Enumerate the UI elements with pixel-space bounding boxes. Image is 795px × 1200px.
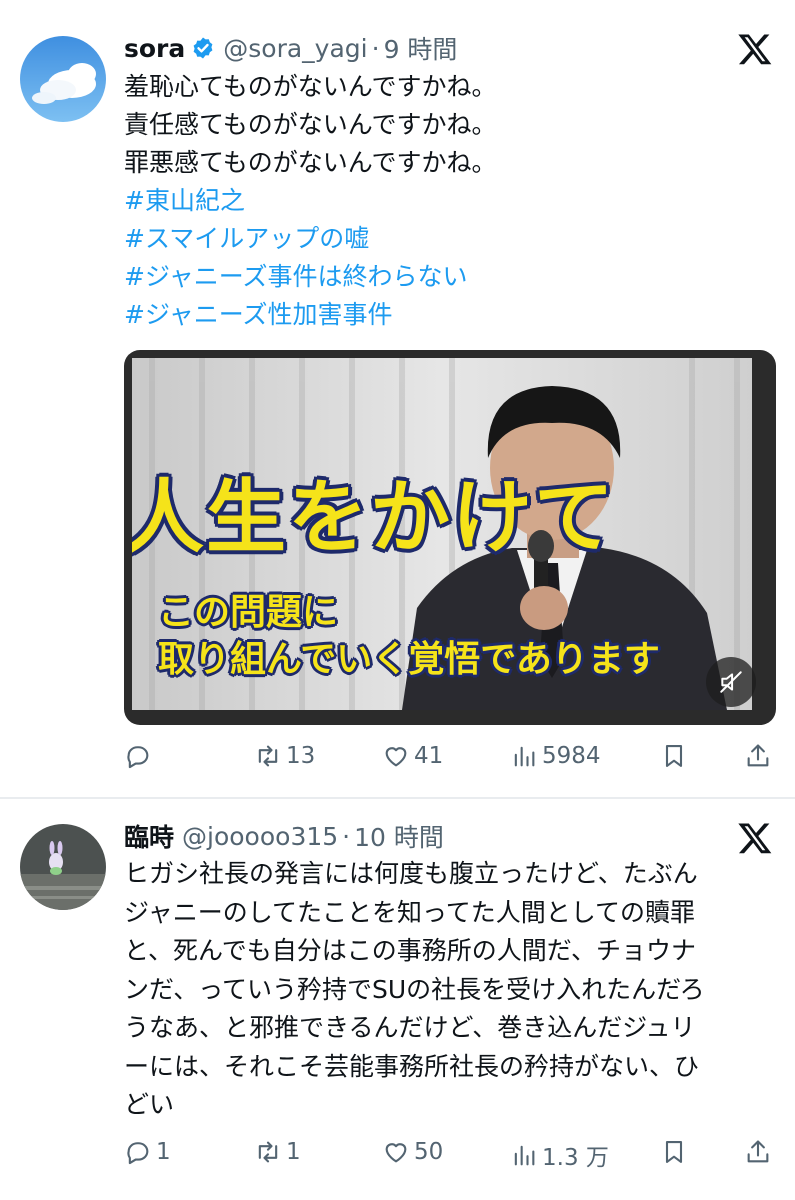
x-logo-icon[interactable] xyxy=(737,820,773,856)
views-button[interactable]: 5984 xyxy=(510,742,601,770)
text-line: ヒガシ社長の発言には何度も腹立ったけど、たぶん xyxy=(124,859,698,888)
text-line: と、死んでも自分はこの事務所の人間だ、チョウナ xyxy=(124,936,697,965)
bookmark-button[interactable] xyxy=(660,1138,688,1166)
video-caption-main: 人生をかけて xyxy=(132,471,616,564)
retweet-icon xyxy=(258,1141,278,1163)
like-icon xyxy=(385,1143,407,1163)
video-player[interactable]: 人生をかけて この問題に 取り組んでいく覚悟であります xyxy=(124,350,776,725)
timestamp[interactable]: 10 時間 xyxy=(354,818,444,854)
separator-dot: · xyxy=(371,33,380,63)
hashtag-link[interactable]: #ジャニーズ事件は終わらない xyxy=(124,258,784,296)
like-icon xyxy=(385,747,407,767)
text-line: 責任感てものがないんですかね。 xyxy=(124,110,497,139)
reply-button[interactable]: 1 xyxy=(124,1138,171,1166)
tweet-text: 羞恥心てものがないんですかね。 責任感てものがないんですかね。 罪悪感てものがな… xyxy=(124,68,784,334)
reply-icon xyxy=(127,1142,149,1165)
text-line: ンだ、っていう矜持でSUの社長を受け入れたんだろ xyxy=(124,974,705,1004)
hashtag-link[interactable]: #東山紀之 xyxy=(124,182,784,220)
display-name[interactable]: 臨時 xyxy=(124,818,174,854)
video-caption-line: 取り組んでいく覚悟であります xyxy=(158,639,660,680)
display-name[interactable]: sora xyxy=(124,34,185,63)
views-count: 1.3 万 xyxy=(542,1145,609,1171)
reply-button[interactable] xyxy=(124,742,156,770)
like-button[interactable]: 41 xyxy=(382,742,443,770)
retweet-icon xyxy=(258,745,278,767)
views-count: 5984 xyxy=(542,743,601,769)
retweet-button[interactable]: 1 xyxy=(254,1138,301,1166)
views-icon xyxy=(514,746,535,767)
action-bar: 1 1 50 1.3 万 xyxy=(124,1138,776,1178)
text-line: 罪悪感てものがないんですかね。 xyxy=(124,148,497,177)
text-line: ジャニーのしてたことを知ってた人間としての贖罪 xyxy=(124,897,696,927)
text-line: ーには、それこそ芸能事務所社長の矜持がない、ひ xyxy=(124,1051,700,1081)
bookmark-icon xyxy=(665,1141,683,1163)
speaker-muted-icon xyxy=(720,671,742,693)
tweet-header: 臨時 @jooooo315 · 10 時間 xyxy=(124,818,444,854)
views-button[interactable]: 1.3 万 xyxy=(510,1138,609,1172)
tweet-card[interactable]: sora @sora_yagi · 9 時間 羞恥心てものがないんですかね。 責… xyxy=(0,0,795,800)
like-count: 50 xyxy=(414,1139,444,1165)
user-handle[interactable]: @jooooo315 xyxy=(182,822,338,851)
like-count: 41 xyxy=(414,743,444,769)
text-line: うなあ、と邪推できるんだけど、巻き込んだジュリ xyxy=(124,1013,696,1042)
timestamp[interactable]: 9 時間 xyxy=(384,30,458,66)
share-icon xyxy=(747,1140,769,1163)
retweet-button[interactable]: 13 xyxy=(254,742,315,770)
retweet-count: 1 xyxy=(286,1139,301,1165)
separator-dot: · xyxy=(342,821,351,851)
video-frame[interactable]: 人生をかけて この問題に 取り組んでいく覚悟であります xyxy=(132,358,752,710)
text-line: 羞恥心てものがないんですかね。 xyxy=(124,72,497,101)
avatar[interactable] xyxy=(20,824,106,910)
tweet-divider xyxy=(0,797,795,799)
x-logo-icon[interactable] xyxy=(737,31,773,67)
hashtag-link[interactable]: #スマイルアップの嘘 xyxy=(124,220,784,258)
text-line: どい xyxy=(124,1090,175,1119)
verified-badge-icon xyxy=(193,37,213,59)
avatar[interactable] xyxy=(20,36,106,122)
tweet-header: sora @sora_yagi · 9 時間 xyxy=(124,30,457,66)
share-button[interactable] xyxy=(744,742,772,770)
bookmark-icon xyxy=(665,745,683,767)
mute-button[interactable] xyxy=(706,657,756,707)
user-handle[interactable]: @sora_yagi xyxy=(223,34,367,63)
action-bar: 13 41 5984 xyxy=(124,742,776,782)
hashtag-link[interactable]: #ジャニーズ性加害事件 xyxy=(124,296,784,334)
share-icon xyxy=(747,744,769,767)
bookmark-button[interactable] xyxy=(660,742,688,770)
share-button[interactable] xyxy=(744,1138,772,1166)
like-button[interactable]: 50 xyxy=(382,1138,443,1166)
views-icon xyxy=(514,1145,535,1166)
reply-count: 1 xyxy=(156,1139,171,1165)
video-caption-line: この問題に xyxy=(158,592,339,633)
retweet-count: 13 xyxy=(286,743,316,769)
tweet-text: ヒガシ社長の発言には何度も腹立ったけど、たぶん ジャニーのしてたことを知ってた人… xyxy=(124,855,776,1125)
reply-icon xyxy=(127,746,149,769)
